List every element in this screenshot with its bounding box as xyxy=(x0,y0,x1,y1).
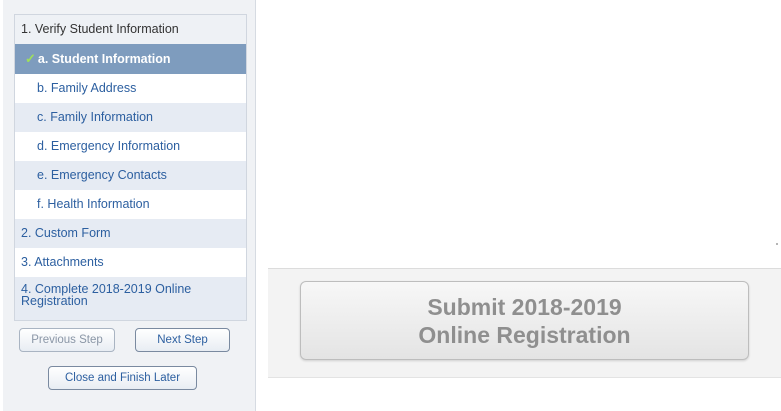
step-label: a. Student Information xyxy=(37,52,171,66)
step-label: f. Health Information xyxy=(37,197,150,211)
wizard-step-list: 1. Verify Student Information ✓ a. Studen… xyxy=(14,14,247,321)
separator-dot xyxy=(776,243,778,245)
step-label: 4. Complete 2018-2019 Online Registratio… xyxy=(21,282,192,308)
step-label: e. Emergency Contacts xyxy=(37,168,167,182)
submit-footer-band xyxy=(268,377,781,411)
step-label: b. Family Address xyxy=(37,81,137,95)
step-verify-student-information[interactable]: 1. Verify Student Information xyxy=(15,15,246,44)
step-label: d. Emergency Information xyxy=(37,139,181,153)
step-family-information[interactable]: c. Family Information xyxy=(15,103,246,132)
step-custom-form[interactable]: 2. Custom Form xyxy=(15,219,246,248)
submit-registration-button[interactable]: Submit 2018-2019 Online Registration xyxy=(300,281,749,360)
next-step-button[interactable]: Next Step xyxy=(135,328,230,352)
previous-step-button[interactable]: Previous Step xyxy=(19,328,115,352)
wizard-sidebar: 1. Verify Student Information ✓ a. Studen… xyxy=(3,0,256,411)
step-family-address[interactable]: b. Family Address xyxy=(15,74,246,103)
step-label: 1. Verify Student Information xyxy=(21,22,179,36)
step-label: 2. Custom Form xyxy=(21,226,111,240)
submit-area: Submit 2018-2019 Online Registration xyxy=(268,268,781,411)
step-complete-registration[interactable]: 4. Complete 2018-2019 Online Registratio… xyxy=(15,277,246,320)
step-label: c. Family Information xyxy=(37,110,154,124)
close-and-finish-later-button[interactable]: Close and Finish Later xyxy=(48,366,197,390)
step-emergency-information[interactable]: d. Emergency Information xyxy=(15,132,246,161)
step-label: 3. Attachments xyxy=(21,255,104,269)
step-health-information[interactable]: f. Health Information xyxy=(15,190,246,219)
checkmark-icon: ✓ xyxy=(25,51,36,66)
step-student-information[interactable]: ✓ a. Student Information xyxy=(15,44,246,74)
step-attachments[interactable]: 3. Attachments xyxy=(15,248,246,277)
step-emergency-contacts[interactable]: e. Emergency Contacts xyxy=(15,161,246,190)
submit-button-label: Submit 2018-2019 Online Registration xyxy=(418,293,631,348)
